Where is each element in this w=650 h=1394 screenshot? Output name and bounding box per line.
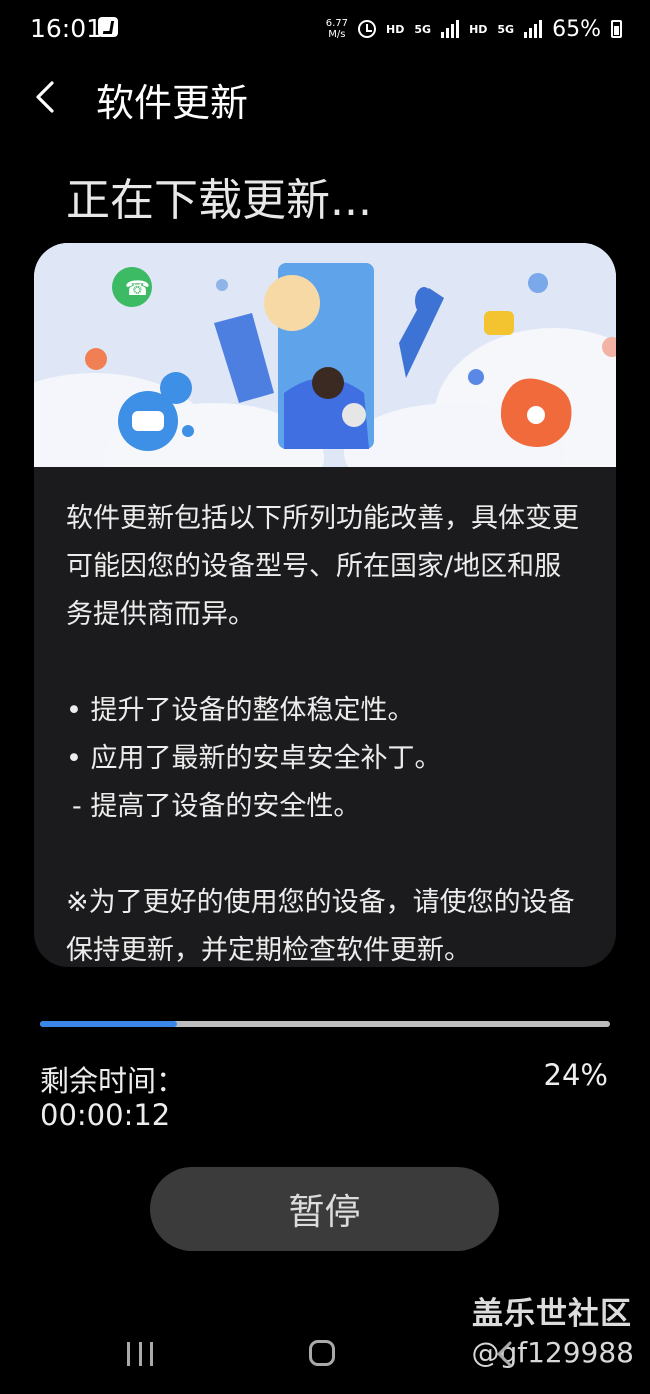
progress-percent: 24%: [543, 1058, 608, 1092]
remaining-time-value: 00:00:12: [40, 1098, 171, 1132]
intro-text: 软件更新包括以下所列功能改善，具体变更可能因您的设备型号、所在国家/地区和服务提…: [66, 503, 579, 630]
download-progress-bar: [40, 1021, 610, 1027]
download-status-heading: 正在下载更新...: [66, 175, 372, 226]
hd-indicator-1: HD: [386, 22, 405, 36]
signal-icon: [441, 20, 460, 38]
bullet-item: • 应用了最新的安卓安全补丁。: [66, 743, 442, 774]
battery-icon: [611, 20, 622, 38]
bullet-item: • 提升了设备的整体稳定性。: [66, 695, 415, 726]
pause-button[interactable]: 暂停: [150, 1167, 499, 1251]
app-notification-icon: [98, 17, 118, 37]
svg-text:☎: ☎: [125, 276, 150, 300]
home-icon[interactable]: [309, 1340, 335, 1366]
status-time: 16:01: [30, 14, 103, 43]
recents-icon[interactable]: [127, 1342, 153, 1366]
hd-indicator-2: HD: [469, 22, 488, 36]
update-description: 软件更新包括以下所列功能改善，具体变更可能因您的设备型号、所在国家/地区和服务提…: [66, 495, 586, 967]
network-type-2: 5G: [497, 22, 515, 36]
page-title: 软件更新: [96, 81, 249, 125]
system-navigation-bar: [0, 1318, 650, 1394]
network-speed: 6.77 M/s: [325, 18, 349, 40]
remaining-time-label: 剩余时间：: [40, 1064, 186, 1098]
sub-bullet-item: - 提高了设备的安全性。: [72, 791, 361, 822]
back-chevron-icon[interactable]: [32, 80, 62, 114]
signal-icon-2: [524, 20, 543, 38]
network-type-1: 5G: [414, 22, 432, 36]
note-text: ※为了更好的使用您的设备，请使您的设备保持更新，并定期检查软件更新。: [66, 887, 575, 966]
back-icon[interactable]: [494, 1340, 514, 1368]
update-info-card[interactable]: ☎ 软件更新包括以下所列功能改善，具体变更可能因您的设备型号、所在国家/地区和服…: [34, 243, 616, 967]
battery-percent: 65%: [552, 16, 601, 42]
update-illustration: ☎: [34, 243, 616, 467]
alarm-icon: [358, 20, 377, 38]
status-bar: 16:01 6.77 M/s HD 5G HD 5G 65%: [0, 0, 650, 58]
progress-fill: [40, 1021, 177, 1027]
app-header: 软件更新: [0, 62, 650, 132]
status-icons: 6.77 M/s HD 5G HD 5G 65%: [326, 12, 622, 46]
